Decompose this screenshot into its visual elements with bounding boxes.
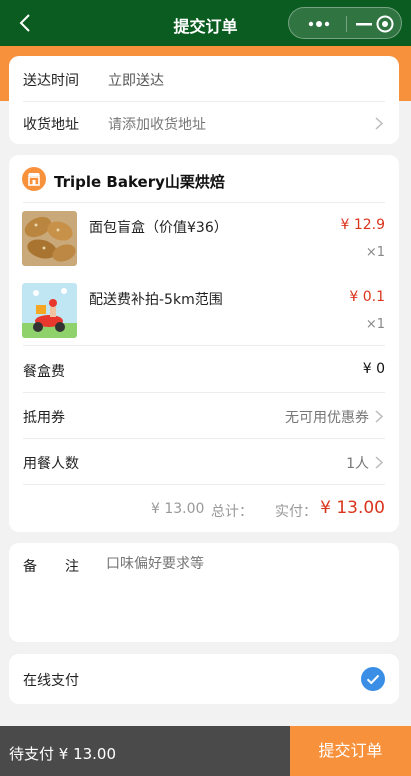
box-fee-label: 餐盒费 xyxy=(23,364,65,380)
coupon-value: 无可用优惠券 xyxy=(285,410,369,426)
totals-row: 总计： ¥ 13.00 实付： ¥ 13.00 xyxy=(23,498,385,521)
delivery-card: 送达时间 立即送达 收货地址 请添加收货地址 xyxy=(9,56,399,144)
submit-order-button[interactable]: 提交订单 xyxy=(290,726,411,776)
minimize-icon[interactable] xyxy=(355,16,373,32)
address-row[interactable]: 收货地址 请添加收货地址 xyxy=(23,100,385,146)
chevron-right-icon xyxy=(375,410,383,423)
paid-label: 实付： xyxy=(275,504,317,520)
chevron-right-icon xyxy=(375,456,383,469)
delivery-scooter-image xyxy=(22,283,77,338)
remark-label: 备 注 xyxy=(23,559,79,575)
payment-label: 在线支付 xyxy=(23,673,79,689)
checkout-bar: 待支付 ¥ 13.00 提交订单 xyxy=(0,726,411,776)
item-price: ¥ 12.9 xyxy=(340,217,385,233)
item-name: 配送费补拍-5km范围 xyxy=(89,292,223,308)
item-quantity: ×1 xyxy=(365,317,385,332)
delivery-time-label: 送达时间 xyxy=(23,73,79,89)
diners-label: 用餐人数 xyxy=(23,456,79,472)
bread-image xyxy=(22,211,77,266)
order-item: 配送费补拍-5km范围 ¥ 0.1 ×1 xyxy=(22,283,385,339)
box-fee-row: 餐盒费 ¥ 0 xyxy=(23,347,385,393)
shop-icon xyxy=(22,167,46,191)
chevron-right-icon xyxy=(375,117,383,130)
total-amount: ¥ 13.00 xyxy=(151,501,205,517)
remark-card: 备 注 xyxy=(9,543,399,642)
order-item: 面包盲盒（价值¥36） ¥ 12.9 ×1 xyxy=(22,211,385,267)
mini-program-capsule xyxy=(288,7,402,39)
nav-header: 提交订单 xyxy=(0,0,411,46)
diners-row[interactable]: 用餐人数 1人 xyxy=(23,439,385,485)
divider xyxy=(23,202,385,203)
remark-input[interactable] xyxy=(106,553,386,633)
coupon-label: 抵用券 xyxy=(23,410,65,426)
item-name: 面包盲盒（价值¥36） xyxy=(89,220,228,236)
check-circle-icon[interactable] xyxy=(361,667,385,691)
pending-amount: 待支付 ¥ 13.00 xyxy=(9,745,117,763)
delivery-time-row[interactable]: 送达时间 立即送达 xyxy=(23,56,385,102)
address-label: 收货地址 xyxy=(23,117,79,133)
capsule-divider xyxy=(346,16,347,32)
paid-value: ¥ 13.00 xyxy=(320,498,385,518)
payment-card[interactable]: 在线支付 xyxy=(9,654,399,704)
delivery-time-value: 立即送达 xyxy=(108,73,164,89)
order-card: Triple Bakery山栗烘焙 面包盲盒（价值¥36） ¥ 12.9 ×1 xyxy=(9,155,399,532)
box-fee-value: ¥ 0 xyxy=(362,361,385,377)
shop-name[interactable]: Triple Bakery山栗烘焙 xyxy=(54,171,225,192)
total-label: 总计： xyxy=(211,504,253,520)
divider xyxy=(23,345,385,346)
item-quantity: ×1 xyxy=(365,245,385,260)
address-placeholder: 请添加收货地址 xyxy=(108,117,206,133)
coupon-row[interactable]: 抵用券 无可用优惠券 xyxy=(23,393,385,439)
target-close-icon[interactable] xyxy=(375,14,395,34)
item-price: ¥ 0.1 xyxy=(349,289,385,305)
more-dots-icon[interactable] xyxy=(299,16,339,32)
diners-value: 1人 xyxy=(346,456,369,472)
